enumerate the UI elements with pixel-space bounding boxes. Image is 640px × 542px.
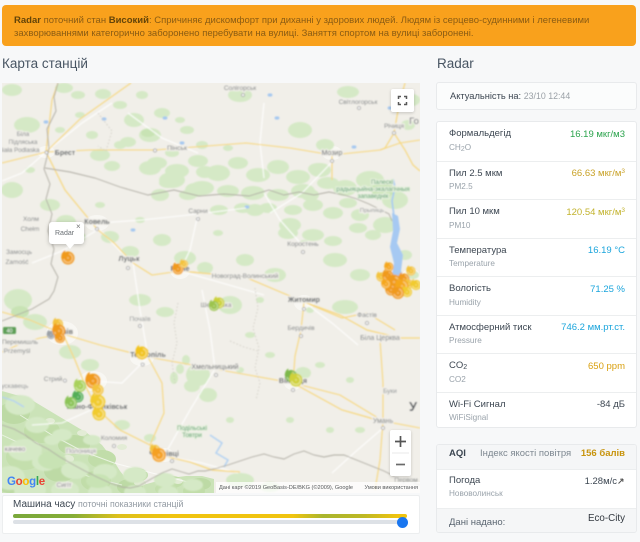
svg-text:Biała Podlaska: Biała Podlaska <box>2 147 40 154</box>
svg-text:Пінськ: Пінськ <box>167 144 187 152</box>
svg-text:Палескі: Палескі <box>371 179 393 186</box>
svg-text:Сигіт: Сигіт <box>56 481 71 489</box>
svg-text:Прыпяць: Прыпяць <box>360 208 384 214</box>
svg-text:Умань: Умань <box>373 418 394 425</box>
svg-text:Річиця: Річиця <box>384 122 405 130</box>
svg-text:Холм: Холм <box>23 216 40 223</box>
svg-text:Світлогорськ: Світлогорськ <box>339 98 378 106</box>
svg-text:Брест: Брест <box>55 150 76 157</box>
svg-text:Фастів: Фастів <box>357 311 377 319</box>
svg-text:Zamość: Zamość <box>5 259 29 266</box>
svg-text:Бердичів: Бердичів <box>287 324 315 332</box>
svg-text:Подільські: Подільські <box>177 425 207 432</box>
svg-text:Го: Го <box>409 116 419 127</box>
svg-text:Коломия: Коломия <box>101 435 128 442</box>
svg-text:Коростень: Коростень <box>287 241 319 248</box>
svg-text:Przemyśl: Przemyśl <box>4 348 31 355</box>
svg-text:Стрий: Стрий <box>44 375 63 383</box>
svg-text:Хмельницький: Хмельницький <box>191 363 238 371</box>
svg-text:Товтри: Товтри <box>182 432 202 439</box>
svg-text:Біла Церква: Біла Церква <box>360 334 400 342</box>
svg-text:Луцьк: Луцьк <box>119 256 140 263</box>
svg-text:Перемишль: Перемишль <box>2 339 39 346</box>
svg-text:Житомир: Житомир <box>287 297 320 304</box>
svg-text:У: У <box>409 399 418 414</box>
svg-text:Chełm: Chełm <box>21 226 40 233</box>
svg-text:Підляська: Підляська <box>9 139 39 146</box>
svg-text:Почаїв: Почаїв <box>129 316 151 323</box>
svg-text:40: 40 <box>6 329 12 335</box>
svg-text:радыяцыйна-экалагічныя: радыяцыйна-экалагічныя <box>336 186 409 193</box>
svg-text:рускавець: рускавець <box>2 383 29 390</box>
svg-text:Солігорськ: Солігорськ <box>224 84 256 92</box>
svg-text:запаведнік: запаведнік <box>358 193 389 200</box>
svg-text:Полониця: Полониця <box>66 448 97 455</box>
svg-text:Мозир: Мозир <box>322 150 343 157</box>
svg-text:качево: качево <box>5 446 26 453</box>
svg-text:Ковель: Ковель <box>84 219 110 226</box>
svg-text:Біла: Біла <box>17 131 30 138</box>
svg-text:Сарни: Сарни <box>188 208 208 215</box>
svg-text:Замосць: Замосць <box>6 249 33 256</box>
svg-text:Буки: Буки <box>383 388 397 395</box>
svg-text:Новоград-Волинський: Новоград-Волинський <box>212 272 279 280</box>
